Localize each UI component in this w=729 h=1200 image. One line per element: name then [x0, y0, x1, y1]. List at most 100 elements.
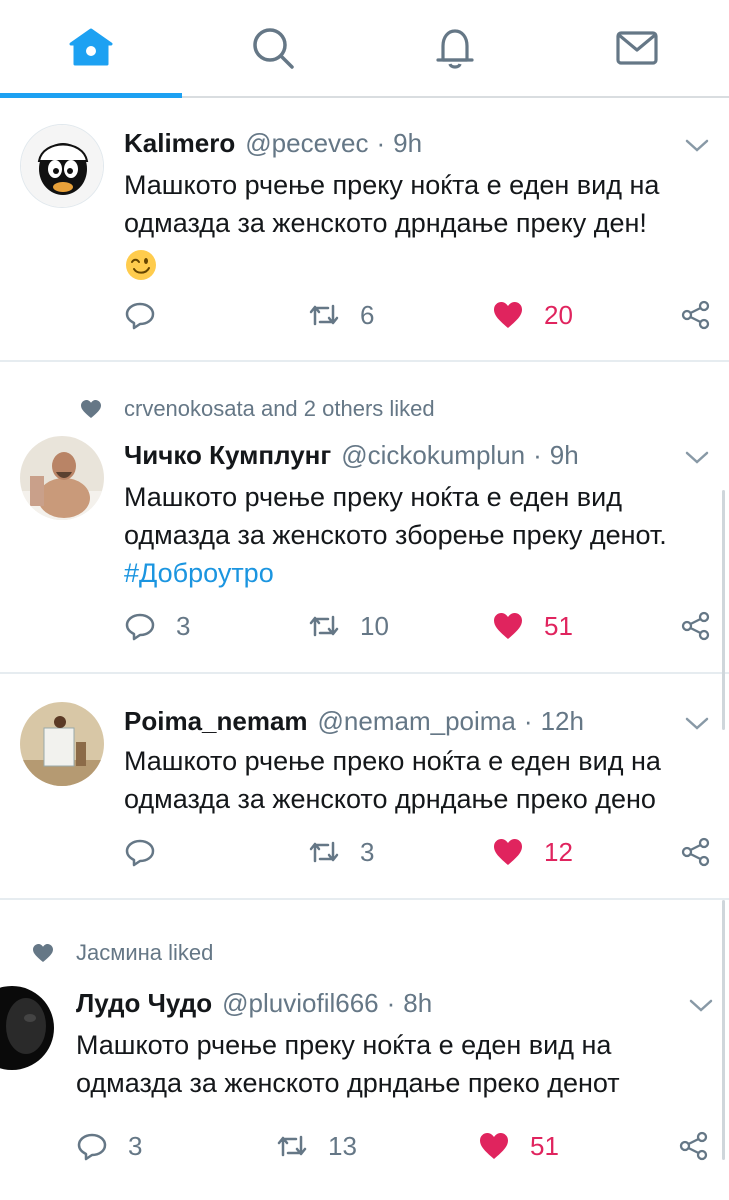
like-button[interactable]: 20 [492, 295, 573, 335]
chevron-down-icon[interactable] [684, 716, 710, 732]
tweet-text: Машкото рчење преку нoќта е еден вид на … [76, 1026, 722, 1102]
reply-button[interactable] [124, 295, 176, 335]
tab-notifications[interactable] [364, 0, 546, 96]
hashtag-link[interactable]: #Доброутро [124, 554, 718, 592]
tweet-actions: 3 12 [124, 832, 714, 872]
retweet-button[interactable]: 10 [308, 606, 389, 646]
heart-icon [494, 839, 522, 865]
retweet-button[interactable]: 6 [308, 295, 374, 335]
envelope-icon [616, 31, 658, 65]
tab-search[interactable] [182, 0, 364, 96]
separator-dot: · [523, 706, 533, 736]
display-name[interactable]: Poima_nemam [124, 706, 308, 737]
tweet-header: Чичко Кумплунг @cickokumplun · 9h [124, 440, 579, 471]
reply-button[interactable] [124, 832, 176, 872]
like-button[interactable]: 51 [478, 1126, 559, 1166]
reply-icon [77, 1133, 107, 1161]
user-handle[interactable]: @nemam_poima [318, 706, 516, 737]
timestamp[interactable]: 8h [403, 988, 432, 1019]
share-icon [681, 837, 710, 867]
share-button[interactable] [680, 832, 712, 872]
like-button[interactable]: 12 [492, 832, 573, 872]
share-button[interactable] [678, 1126, 710, 1166]
tweet-text: Машкото рчење преку нoќта е еден вид на … [124, 166, 714, 282]
heart-small-icon [81, 400, 101, 418]
social-context: Jacмина liked [32, 940, 213, 966]
tweet[interactable]: Jacмина liked Лудо Чудо @pluviofil666 · … [0, 900, 729, 1200]
social-context: crvenokosata and 2 others liked [80, 396, 435, 422]
timestamp[interactable]: 12h [541, 706, 584, 737]
avatar[interactable] [20, 436, 104, 520]
display-name[interactable]: Лудо Чудо [76, 988, 212, 1019]
avatar[interactable] [20, 124, 104, 208]
chevron-down-icon[interactable] [684, 450, 710, 466]
tweet[interactable]: Poima_nemam @nemam_poima · 12h Машкото р… [0, 674, 729, 900]
timestamp[interactable]: 9h [550, 440, 579, 471]
display-name[interactable]: Kalimero [124, 128, 235, 159]
tweet-body: Машкото рчење преко нoќта е еден вид на … [124, 746, 661, 814]
user-handle[interactable]: @pluviofil666 [222, 988, 378, 1019]
heart-icon [480, 1133, 508, 1159]
separator-dot: · [533, 440, 542, 470]
winking-face-emoji [126, 250, 156, 280]
retweet-count: 10 [360, 610, 389, 641]
like-count: 51 [530, 1130, 559, 1161]
reply-button[interactable]: 3 [124, 606, 190, 646]
retweet-count: 13 [328, 1130, 357, 1161]
timestamp[interactable]: 9h [393, 128, 422, 159]
tab-messages[interactable] [546, 0, 728, 96]
tweet-actions: 3 13 51 [76, 1126, 716, 1166]
tweet[interactable]: crvenokosata and 2 others liked Чичко Ку… [0, 362, 729, 674]
tweet-actions: 6 20 [124, 295, 714, 335]
share-icon [681, 611, 710, 641]
reply-count: 3 [128, 1130, 143, 1161]
reply-button[interactable]: 3 [76, 1126, 142, 1166]
like-count: 12 [544, 836, 573, 867]
display-name[interactable]: Чичко Кумплунг [124, 440, 331, 471]
retweet-icon [309, 615, 339, 637]
heart-icon [494, 302, 522, 328]
heart-icon [494, 613, 522, 639]
share-icon [679, 1131, 708, 1161]
tweet-header: Лудо Чудо @pluviofil666 · 8h [76, 988, 432, 1019]
chevron-down-icon[interactable] [688, 998, 714, 1014]
separator-dot: · [376, 128, 386, 158]
heart-small-icon [33, 944, 53, 962]
share-button[interactable] [680, 295, 712, 335]
avatar[interactable] [20, 702, 104, 786]
retweet-button[interactable]: 3 [308, 832, 374, 872]
tweet-header: Kalimero @pecevec · 9h [124, 128, 422, 159]
user-handle[interactable]: @cickokumplun [341, 440, 525, 471]
retweet-icon [277, 1135, 307, 1157]
avatar[interactable] [0, 986, 54, 1070]
tweet-text: Машкото рчење преко нoќта е еден вид на … [124, 742, 714, 818]
home-icon [69, 28, 113, 66]
share-button[interactable] [680, 606, 712, 646]
social-context-text[interactable]: crvenokosata and 2 others liked [124, 396, 435, 422]
reply-count: 3 [176, 610, 191, 641]
tab-home[interactable] [0, 0, 182, 96]
user-handle[interactable]: @pecevec [245, 128, 368, 159]
retweet-count: 3 [360, 836, 375, 867]
top-navigation [0, 0, 729, 98]
tweet-actions: 3 10 51 [124, 606, 714, 646]
tweet[interactable]: Kalimero @pecevec · 9h Машкото рчење пре… [0, 100, 729, 362]
share-icon [681, 300, 710, 330]
retweet-button[interactable]: 13 [276, 1126, 357, 1166]
scrollbar[interactable] [722, 490, 725, 730]
tweet-body: Машкото рчење преку нoќта е еден вид одм… [124, 482, 667, 550]
like-count: 51 [544, 610, 573, 641]
reply-icon [125, 839, 155, 867]
tweet-body: Машкото рчење преку нoќта е еден вид на … [76, 1030, 620, 1098]
like-count: 20 [544, 299, 573, 330]
tweet-text: Машкото рчење преку нoќта е еден вид одм… [124, 478, 718, 592]
chevron-down-icon[interactable] [684, 138, 710, 154]
bell-icon [436, 29, 474, 69]
search-icon [253, 28, 294, 69]
like-button[interactable]: 51 [492, 606, 573, 646]
retweet-icon [309, 841, 339, 863]
social-context-text[interactable]: Jacмина liked [76, 940, 213, 966]
tweet-header: Poima_nemam @nemam_poima · 12h [124, 706, 584, 737]
scrollbar-lower[interactable] [722, 900, 725, 1160]
retweet-count: 6 [360, 299, 375, 330]
